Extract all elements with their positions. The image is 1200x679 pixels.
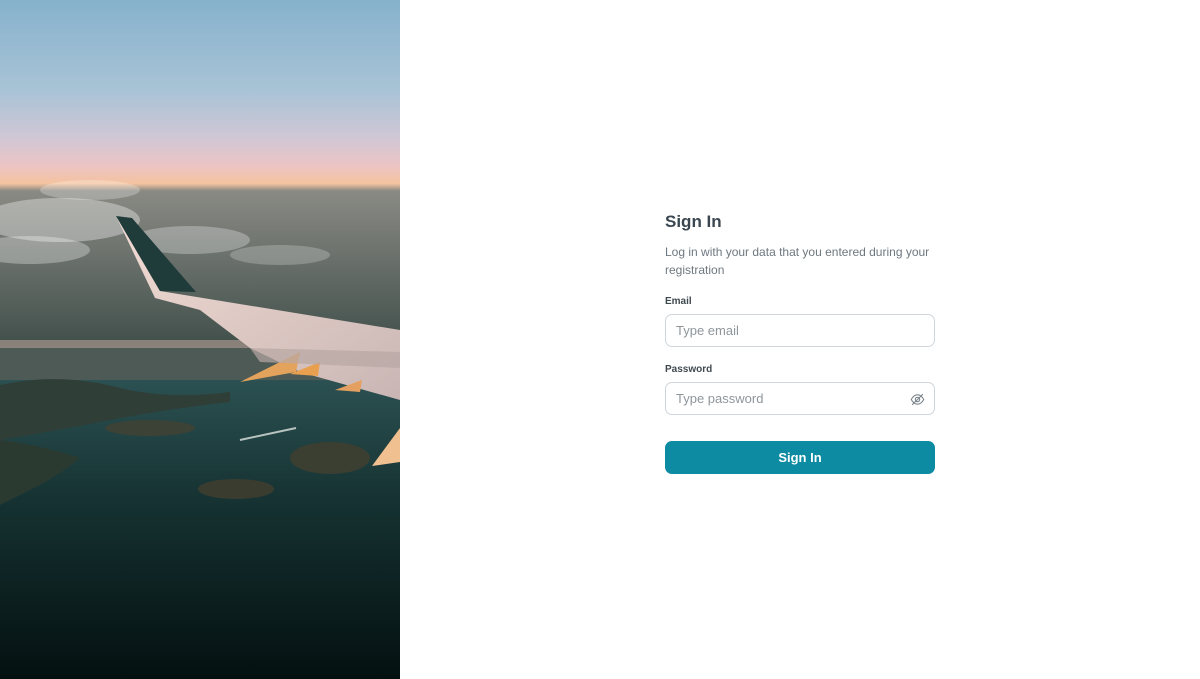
email-field-container (665, 314, 935, 347)
password-label: Password (665, 364, 713, 375)
signin-form: Sign In Log in with your data that you e… (665, 211, 935, 474)
sign-in-button[interactable]: Sign In (665, 441, 935, 474)
password-field[interactable] (666, 383, 934, 414)
email-label: Email (665, 296, 692, 307)
email-field[interactable] (666, 315, 934, 346)
eye-off-icon[interactable] (910, 392, 925, 407)
page-title: Sign In (665, 212, 722, 231)
signin-page: Sign In Log in with your data that you e… (0, 0, 1200, 679)
page-subtitle: Log in with your data that you entered d… (665, 245, 930, 277)
password-field-container (665, 382, 935, 415)
signin-panel: Sign In Log in with your data that you e… (400, 0, 1200, 679)
airplane-wing-photo (0, 0, 400, 679)
hero-image (0, 0, 400, 679)
